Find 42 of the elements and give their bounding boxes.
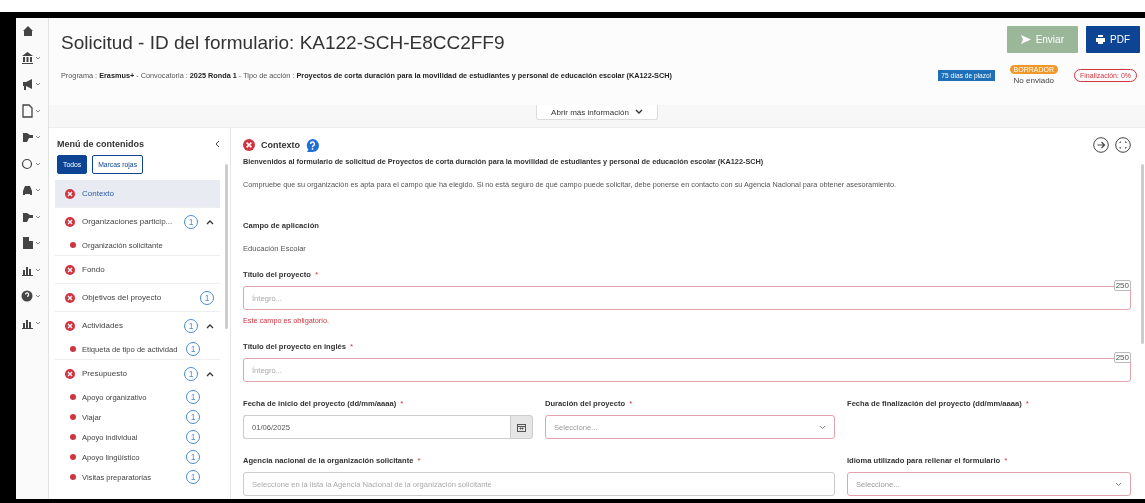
calendar-button[interactable]	[510, 415, 533, 439]
chevron-down-icon	[634, 109, 643, 115]
required-mark: *	[1004, 456, 1008, 465]
help-icon[interactable]	[306, 138, 319, 152]
pdf-button[interactable]: PDF	[1086, 26, 1140, 53]
section-title: Contexto	[261, 140, 300, 150]
menu-item[interactable]: Actividades 1	[55, 311, 220, 339]
help-icon[interactable]	[21, 289, 43, 303]
status-text: No enviado	[1013, 76, 1055, 85]
calendar-icon	[517, 422, 526, 432]
car-icon[interactable]	[21, 183, 43, 197]
megaphone-icon[interactable]	[21, 77, 43, 91]
caret-icon[interactable]	[206, 218, 214, 225]
scrollbar[interactable]	[225, 164, 228, 329]
required-mark: *	[417, 456, 421, 465]
document-icon[interactable]	[21, 103, 43, 118]
required-mark: *	[1025, 399, 1029, 408]
char-counter: 250	[1113, 352, 1131, 363]
send-icon	[1020, 35, 1031, 44]
menu-item[interactable]: Presupuesto 1	[55, 359, 220, 387]
page-title: Solicitud - ID del formulario: KA122-SCH-E8CC2FF9	[61, 32, 506, 54]
required-mark: *	[629, 399, 633, 408]
printer-icon	[1096, 35, 1105, 44]
menu-item[interactable]: Contexto	[55, 180, 220, 207]
scrollbar[interactable]	[1141, 164, 1144, 344]
chevron-down-icon	[819, 424, 826, 430]
required-mark: *	[314, 270, 319, 279]
menu-title: Menú de contenidos	[57, 139, 144, 149]
caret-icon[interactable]	[206, 370, 214, 377]
fullscreen-icon[interactable]	[1115, 137, 1131, 153]
menu-item[interactable]: Organizaciones particip... 1	[55, 207, 220, 235]
required-mark: *	[349, 342, 354, 351]
bank-icon[interactable]	[21, 50, 43, 65]
menu-item[interactable]: Objetivos del proyecto 1	[55, 283, 220, 311]
more-info-button[interactable]: Abrir más información	[536, 105, 658, 120]
collapse-button[interactable]	[214, 140, 220, 148]
chevron-down-icon	[1115, 481, 1122, 487]
required-mark: *	[400, 399, 404, 408]
menu-item[interactable]: Fondo	[55, 255, 220, 283]
caret-icon[interactable]	[206, 322, 214, 329]
char-counter: 250	[1113, 280, 1131, 291]
building-icon[interactable]	[21, 236, 43, 250]
